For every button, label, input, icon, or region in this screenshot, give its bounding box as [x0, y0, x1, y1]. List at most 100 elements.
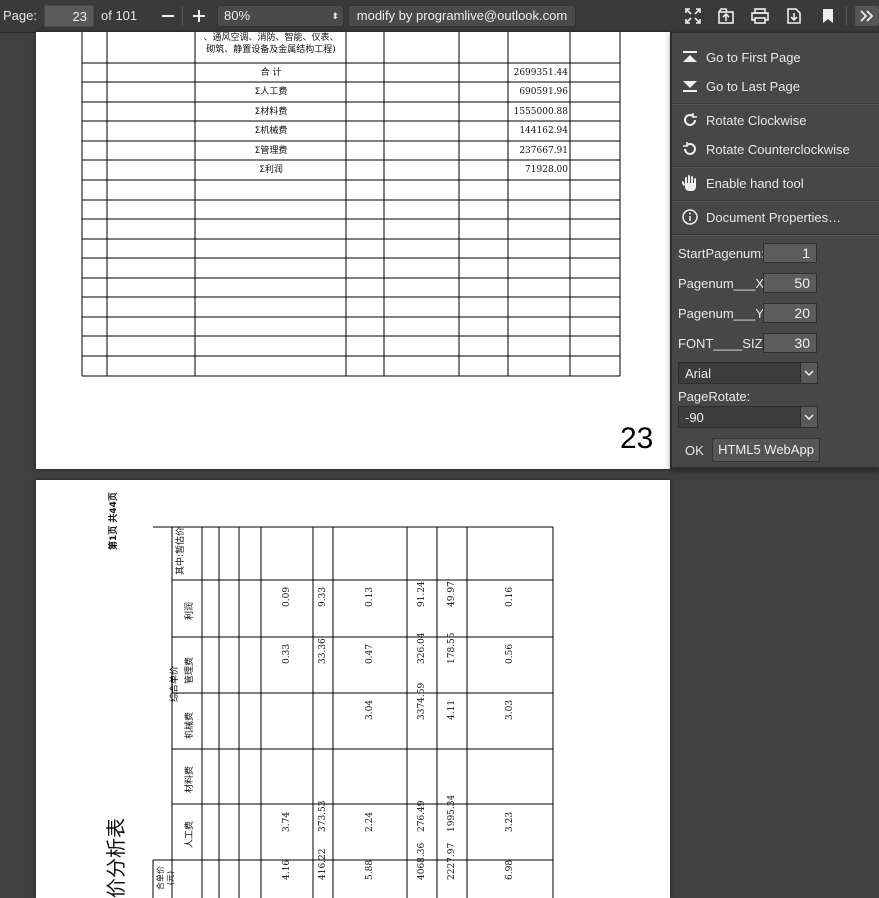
header-rengongfei: 人工费: [185, 820, 195, 848]
pdf-page-24: 第1页 共44页 综合单价 其中:暂估价 利润 管理费 机械费 材料费 人工费 …: [36, 480, 670, 898]
header-lirun: 利润: [185, 601, 195, 620]
summary-label: 合 计: [260, 68, 282, 78]
summary-label: Σ利润: [259, 165, 283, 175]
zoom-value: 80%: [224, 8, 251, 23]
menu-hand-tool[interactable]: Enable hand tool: [680, 171, 876, 195]
cell-lirun: 0.09: [282, 586, 292, 607]
cell-unit: 416.22: [318, 848, 328, 881]
cell-unit: 5.88: [365, 859, 375, 880]
chevron-down-icon: [800, 407, 817, 427]
page-number-stamp: 23: [620, 422, 654, 455]
print-icon[interactable]: [750, 6, 770, 26]
summary-value: 690591.96: [519, 87, 568, 97]
secondary-toolbar-menu: Go to First Page Go to Last Page Rotate …: [671, 32, 879, 468]
hand-icon: [680, 173, 700, 193]
start-pagenum-input[interactable]: [763, 243, 817, 263]
cell-unit: 2227.97: [447, 842, 457, 880]
summary-label: Σ机械费: [254, 126, 288, 136]
credit-button[interactable]: modify by programlive@outlook.com: [348, 5, 576, 27]
menu-first-page[interactable]: Go to First Page: [680, 45, 876, 69]
pagenum-x-input[interactable]: [763, 273, 817, 293]
cell-guanli: 0.47: [365, 643, 375, 664]
cell-jixie: 3374.59: [417, 682, 427, 720]
rotate-ccw-icon: [680, 139, 700, 159]
bookmark-icon[interactable]: [818, 6, 838, 26]
pdf-page-23: 、通风空调、消防、智能、仪表、 砌筑、静置设备及金属结构工程) 合 计 26993…: [36, 32, 670, 469]
font-size-input[interactable]: [763, 333, 817, 353]
cell-rengong: 373.53: [318, 800, 328, 833]
ok-button[interactable]: OK: [685, 443, 704, 458]
cell-guanli: 0.56: [505, 643, 515, 664]
pagenum-y-label: Pagenum___Y:: [678, 306, 767, 321]
font-select[interactable]: Arial: [678, 362, 818, 384]
summary-value: 237667.91: [519, 146, 568, 156]
cell-lirun: 0.13: [365, 586, 375, 607]
menu-rotate-cw[interactable]: Rotate Clockwise: [680, 108, 876, 132]
header-cailiaofei: 材料费: [185, 765, 195, 793]
cell-unit: 6.98: [505, 859, 515, 880]
cell-rengong: 3.74: [282, 811, 292, 832]
page-number-input[interactable]: [44, 5, 94, 27]
summary-value: 71928.00: [525, 165, 568, 175]
font-size-label: FONT____SIZE:: [678, 336, 775, 351]
download-icon[interactable]: [784, 6, 804, 26]
cell-guanli: 0.33: [282, 643, 292, 664]
zoom-out-icon[interactable]: [158, 6, 178, 26]
header-jixiefei: 机械费: [185, 711, 195, 739]
summary-label: Σ人工费: [254, 87, 288, 97]
start-pagenum-label: StartPagenum:: [678, 246, 765, 261]
zoom-select[interactable]: 80% ⬍: [217, 5, 344, 27]
select-arrows-icon: ⬍: [331, 11, 339, 21]
cell-rengong: 2.24: [365, 811, 375, 832]
menu-last-page[interactable]: Go to Last Page: [680, 74, 876, 98]
page-info: 第1页 共44页: [109, 492, 119, 550]
menu-doc-properties[interactable]: Document Properties…: [680, 205, 876, 229]
header-zhonggujia: 其中:暂估价: [176, 526, 186, 576]
pagenum-x-label: Pagenum___X:: [678, 276, 768, 291]
last-page-icon: [680, 76, 700, 96]
summary-label: Σ材料费: [254, 107, 288, 117]
header-unit-price: 合单价(元): [156, 866, 175, 890]
info-icon: [680, 207, 700, 227]
cell-lirun: 9.33: [318, 586, 328, 607]
chevron-down-icon: [800, 363, 817, 383]
cell-jixie: 4.11: [447, 699, 457, 720]
page-rotate-label: PageRotate:: [678, 389, 751, 404]
pagenum-y-input[interactable]: [763, 303, 817, 323]
tools-chevron-icon[interactable]: [855, 6, 879, 26]
header-group: 综合单价: [170, 665, 180, 702]
page1-header-text: 、通风空调、消防、智能、仪表、 砌筑、静置设备及金属结构工程): [203, 33, 339, 55]
page-label: Page:: [3, 8, 37, 23]
cell-jixie: 3.04: [365, 699, 375, 720]
rotate-cw-icon: [680, 110, 700, 130]
cell-guanli: 178.55: [447, 632, 457, 665]
page1-table: [81, 32, 621, 377]
summary-label: Σ管理费: [254, 146, 288, 156]
cell-unit: 4.16: [282, 859, 292, 880]
cell-unit: 4068.36: [417, 842, 427, 880]
cell-guanli: 33.36: [318, 638, 328, 664]
menu-rotate-ccw[interactable]: Rotate Counterclockwise: [680, 137, 876, 161]
page2-table: [152, 526, 554, 898]
zoom-in-icon[interactable]: [189, 6, 209, 26]
cell-jixie: 3.03: [505, 699, 515, 720]
page2-title: 价分析表: [104, 818, 128, 898]
cell-rengong: 276.49: [417, 800, 427, 833]
summary-value: 144162.94: [519, 126, 568, 136]
cell-lirun: 0.16: [505, 586, 515, 607]
page-rotate-select[interactable]: -90: [678, 406, 818, 428]
cell-lirun: 91.24: [417, 581, 427, 607]
cell-lirun: 49.97: [447, 581, 457, 607]
summary-value: 1555000.88: [513, 107, 568, 117]
webapp-button[interactable]: HTML5 WebApp: [712, 438, 820, 462]
cell-guanli: 326.04: [417, 632, 427, 665]
cell-rengong: 1995.34: [447, 794, 457, 832]
open-file-icon[interactable]: [716, 6, 736, 26]
summary-value: 2699351.44: [513, 68, 568, 78]
header-guanlifei: 管理费: [185, 656, 195, 684]
page-count: of 101: [101, 8, 138, 23]
first-page-icon: [680, 47, 700, 67]
cell-rengong: 3.23: [505, 811, 515, 832]
toolbar: Page: of 101 80% ⬍ modify by programlive…: [0, 0, 879, 33]
fullscreen-icon[interactable]: [683, 6, 703, 26]
